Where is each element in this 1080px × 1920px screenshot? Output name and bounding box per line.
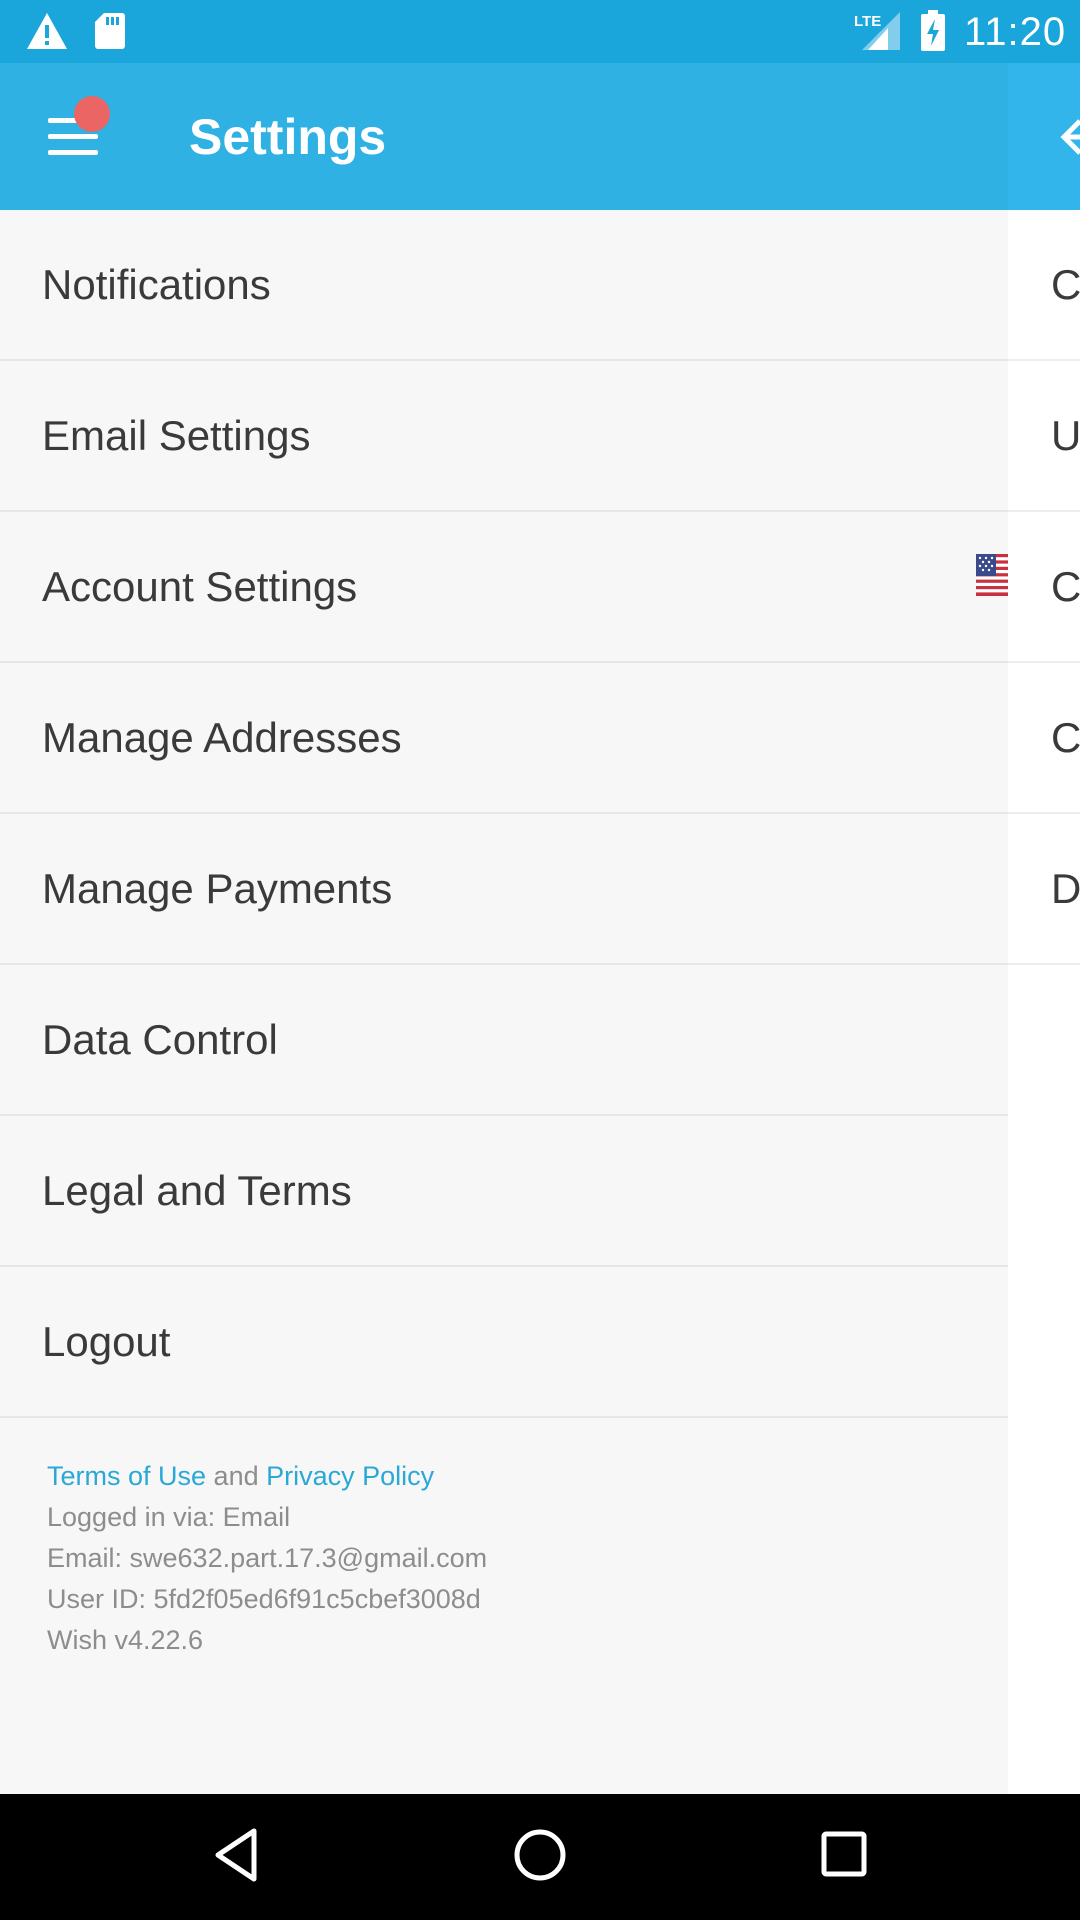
account-info: Terms of Use and Privacy Policy Logged i… <box>47 1456 487 1661</box>
peek-row[interactable]: U <box>1008 361 1080 512</box>
menu-item-label: Data Control <box>42 1015 278 1063</box>
battery-charging-icon <box>921 10 945 51</box>
menu-item-manage-addresses[interactable]: Manage Addresses <box>0 663 1008 814</box>
menu-item-manage-payments[interactable]: Manage Payments <box>0 814 1008 965</box>
status-time: 11:20 <box>964 10 1067 54</box>
status-bar: LTE 11:20 <box>0 0 1080 63</box>
lte-signal-icon: LTE <box>854 12 900 50</box>
peek-row[interactable]: D <box>1008 814 1080 965</box>
menu-item-data-control[interactable]: Data Control <box>0 965 1008 1116</box>
menu-item-email-settings[interactable]: Email Settings <box>0 361 1008 512</box>
peek-letter: D <box>1051 864 1080 912</box>
app-bar: Settings <box>0 63 1080 210</box>
menu-item-logout[interactable]: Logout <box>0 1267 1008 1418</box>
terms-of-use-link[interactable]: Terms of Use <box>47 1461 206 1491</box>
page-title: Settings <box>189 109 387 165</box>
home-icon[interactable] <box>513 1826 567 1884</box>
menu-item-notifications[interactable]: Notifications <box>0 210 1008 361</box>
privacy-policy-link[interactable]: Privacy Policy <box>266 1461 434 1491</box>
menu-item-label: Email Settings <box>42 411 311 459</box>
user-id: User ID: 5fd2f05ed6f91c5cbef3008d <box>47 1584 481 1614</box>
menu-item-label: Manage Addresses <box>42 713 402 761</box>
peek-letter: C <box>1051 713 1080 761</box>
us-flag-icon <box>976 554 1008 596</box>
menu-item-label: Account Settings <box>42 562 358 610</box>
menu-item-legal-and-terms[interactable]: Legal and Terms <box>0 1116 1008 1267</box>
menu-item-label: Logout <box>42 1317 171 1365</box>
menu-item-label: Manage Payments <box>42 864 393 912</box>
app-version: Wish v4.22.6 <box>47 1625 204 1655</box>
peek-letter: U <box>1051 411 1080 459</box>
peek-row[interactable]: C <box>1008 210 1080 361</box>
peek-row[interactable]: C <box>1008 663 1080 814</box>
peek-letter: C <box>1051 562 1080 610</box>
notification-badge <box>74 96 110 132</box>
warning-icon <box>27 13 67 49</box>
recents-icon[interactable] <box>820 1829 868 1881</box>
lte-label: LTE <box>854 13 881 30</box>
hamburger-menu-icon[interactable] <box>48 96 110 158</box>
back-arrow-icon[interactable] <box>1058 115 1080 159</box>
login-method: Logged in via: Email <box>47 1502 291 1532</box>
back-icon[interactable] <box>212 1827 260 1883</box>
system-nav-bar <box>0 1794 1080 1920</box>
and-text: and <box>206 1461 267 1491</box>
settings-menu: Notifications Email Settings Account Set… <box>0 210 1008 1418</box>
menu-item-label: Notifications <box>42 260 271 308</box>
peek-row[interactable]: C <box>1008 512 1080 663</box>
background-content-peek: C U C C D <box>1008 210 1080 1794</box>
account-email: Email: swe632.part.17.3@gmail.com <box>47 1543 488 1573</box>
peek-letter: C <box>1051 260 1080 308</box>
legal-links: Terms of Use and Privacy Policy <box>47 1456 487 1497</box>
sd-card-icon <box>95 13 125 49</box>
menu-item-account-settings[interactable]: Account Settings <box>0 512 1008 663</box>
menu-item-label: Legal and Terms <box>42 1166 352 1214</box>
